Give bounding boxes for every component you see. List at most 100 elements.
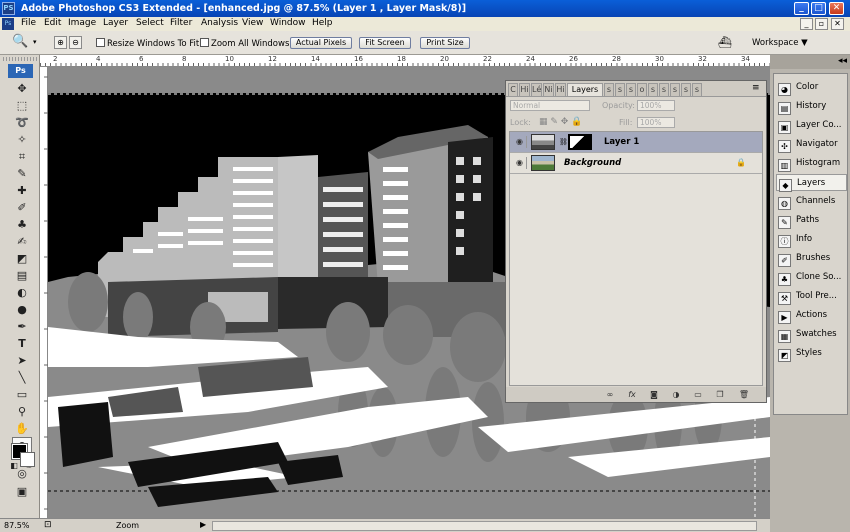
gradient-tool-icon[interactable]: ▤ — [12, 267, 32, 284]
type-tool-icon[interactable]: T — [12, 335, 32, 352]
maximize-button[interactable]: □ — [811, 2, 826, 15]
tab-channels[interactable]: s — [604, 83, 614, 96]
close-button[interactable]: ✕ — [829, 2, 844, 15]
tab-styles[interactable]: s — [692, 83, 702, 96]
tab-info[interactable]: s — [626, 83, 636, 96]
doc-minimize-button[interactable]: _ — [800, 18, 813, 30]
healing-brush-tool-icon[interactable]: ✚ — [12, 182, 32, 199]
resize-windows-option[interactable]: Resize Windows To Fit — [96, 38, 199, 49]
doc-restore-button[interactable]: ▫ — [815, 18, 828, 30]
layer-mask-thumbnail[interactable] — [568, 134, 592, 150]
tab-color[interactable]: C — [508, 83, 518, 96]
visibility-eye-icon[interactable]: ◉ — [513, 136, 527, 148]
menu-filter[interactable]: Filter — [170, 18, 192, 28]
zoom-out-icon[interactable]: ⊖ — [69, 36, 82, 49]
dock-item-channels[interactable]: ◍ Channels — [776, 193, 847, 210]
blend-mode-select[interactable]: Normal — [510, 100, 590, 111]
tab-tool-presets[interactable]: s — [659, 83, 669, 96]
menu-help[interactable]: Help — [312, 18, 333, 28]
layer-name[interactable]: Background — [564, 158, 621, 168]
line-tool-icon[interactable]: ╲ — [12, 369, 32, 386]
dock-item-history[interactable]: ▤ History — [776, 98, 847, 115]
zoom-all-windows-option[interactable]: Zoom All Windows — [200, 38, 289, 49]
new-layer-icon[interactable]: ❐ — [714, 389, 726, 400]
brush-tool-icon[interactable]: ✐ — [12, 199, 32, 216]
dock-item-navigator[interactable]: ✣ Navigator — [776, 136, 847, 153]
menu-image[interactable]: Image — [68, 18, 96, 28]
delete-layer-icon[interactable]: 🗑 — [738, 389, 750, 400]
link-layers-icon[interactable]: ∞ — [604, 389, 616, 400]
path-selection-tool-icon[interactable]: ➤ — [12, 352, 32, 369]
new-group-icon[interactable]: ▭ — [692, 389, 704, 400]
hand-tool-icon[interactable]: ✋ — [12, 420, 32, 437]
crop-tool-icon[interactable]: ⌗ — [12, 148, 32, 165]
history-brush-tool-icon[interactable]: ✍ — [12, 233, 32, 250]
status-menu-icon[interactable]: ⊡ — [44, 520, 52, 530]
fit-screen-button[interactable]: Fit Screen — [359, 37, 411, 49]
menu-edit[interactable]: Edit — [44, 18, 61, 28]
actual-pixels-button[interactable]: Actual Pixels — [290, 37, 352, 49]
blur-tool-icon[interactable]: ◐ — [12, 284, 32, 301]
photoshop-app-icon[interactable]: PS — [2, 2, 15, 15]
dock-item-tool-presets[interactable]: ⚒ Tool Pre... — [776, 288, 847, 305]
magic-wand-tool-icon[interactable]: ✧ — [12, 131, 32, 148]
fill-input[interactable]: 100% — [637, 117, 675, 128]
eraser-tool-icon[interactable]: ◩ — [12, 250, 32, 267]
screen-mode-icon[interactable]: ▣ — [12, 483, 32, 500]
layer-style-icon[interactable]: fx — [626, 389, 638, 400]
zoom-all-windows-checkbox[interactable] — [200, 38, 209, 47]
tab-swatches[interactable]: s — [681, 83, 691, 96]
tab-history[interactable]: Hi — [519, 83, 530, 96]
dock-item-swatches[interactable]: ▦ Swatches — [776, 326, 847, 343]
dock-item-info[interactable]: ⓘ Info — [776, 231, 847, 248]
menu-view[interactable]: View — [242, 18, 263, 28]
dock-item-layer-comps[interactable]: ▣ Layer Co... — [776, 117, 847, 134]
layer-name[interactable]: Layer 1 — [604, 137, 639, 147]
layer-row-layer-1[interactable]: ◉ ⛓ Layer 1 — [510, 132, 762, 153]
lasso-tool-icon[interactable]: ➰ — [12, 114, 32, 131]
document-icon[interactable]: Ps — [2, 18, 14, 30]
tab-layer-comps[interactable]: Lé — [531, 83, 542, 96]
dock-item-clone-source[interactable]: ♣ Clone So... — [776, 269, 847, 286]
opacity-input[interactable]: 100% — [637, 100, 675, 111]
quick-mask-icon[interactable]: ◎ — [12, 465, 32, 482]
minimize-button[interactable]: _ — [794, 2, 809, 15]
tab-navigator[interactable]: Ni — [543, 83, 554, 96]
print-size-button[interactable]: Print Size — [420, 37, 470, 49]
link-icon[interactable]: ⛓ — [559, 138, 568, 146]
menu-select[interactable]: Select — [136, 18, 164, 28]
tab-histogram[interactable]: Hi — [555, 83, 566, 96]
notes-tool-icon[interactable]: ▭ — [12, 386, 32, 403]
tab-layers[interactable]: Layers — [567, 83, 603, 96]
tab-clone-source[interactable]: s — [648, 83, 658, 96]
menu-window[interactable]: Window — [270, 18, 306, 28]
lock-icons[interactable]: ▦ ✎ ✥ 🔒 — [539, 117, 582, 127]
tab-brushes[interactable]: o — [637, 83, 647, 96]
clone-stamp-tool-icon[interactable]: ♣ — [12, 216, 32, 233]
tab-paths[interactable]: s — [615, 83, 625, 96]
zoom-in-icon[interactable]: ⊕ — [54, 36, 67, 49]
bridge-icon[interactable]: ⛴ — [718, 36, 732, 49]
zoom-tool-icon[interactable]: 🔍 — [12, 34, 28, 49]
doc-close-button[interactable]: ✕ — [831, 18, 844, 30]
dock-item-histogram[interactable]: ▥ Histogram — [776, 155, 847, 172]
collapse-dock-icon[interactable]: ◂◂ — [838, 56, 847, 66]
tool-preset-dropdown[interactable]: ▾ — [33, 38, 37, 46]
dodge-tool-icon[interactable]: ● — [12, 301, 32, 318]
zoom-level[interactable]: 87.5% — [4, 521, 29, 530]
dock-item-brushes[interactable]: ✐ Brushes — [776, 250, 847, 267]
horizontal-scrollbar[interactable] — [212, 521, 757, 531]
menu-analysis[interactable]: Analysis — [201, 18, 238, 28]
dock-item-color[interactable]: ◕ Color — [776, 79, 847, 96]
slice-tool-icon[interactable]: ✎ — [12, 165, 32, 182]
status-arrow-icon[interactable]: ▶ — [200, 520, 206, 529]
dock-item-styles[interactable]: ◩ Styles — [776, 345, 847, 362]
marquee-tool-icon[interactable]: ⬚ — [12, 97, 32, 114]
resize-windows-checkbox[interactable] — [96, 38, 105, 47]
pen-tool-icon[interactable]: ✒ — [12, 318, 32, 335]
dock-item-layers[interactable]: ◆ Layers — [776, 174, 847, 192]
menu-file[interactable]: File — [21, 18, 36, 28]
layer-row-background[interactable]: ◉ Background 🔒 — [510, 153, 762, 174]
move-tool-icon[interactable]: ✥ — [12, 80, 32, 97]
panel-menu-icon[interactable]: ≡ — [752, 83, 760, 93]
